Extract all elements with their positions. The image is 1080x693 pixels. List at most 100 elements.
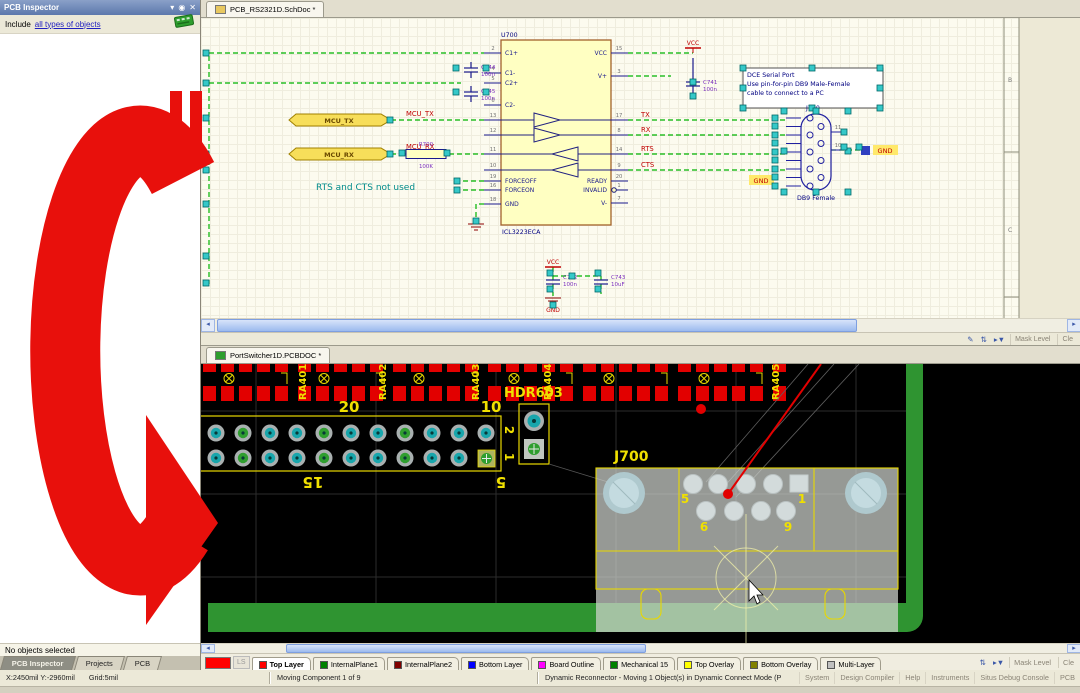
svg-text:10uF: 10uF — [611, 282, 625, 288]
filter-icon[interactable]: ▸▼ — [991, 658, 1006, 667]
j700-footprint[interactable]: J700 — [596, 449, 898, 632]
help-button[interactable]: Help — [899, 672, 925, 684]
filter-icon[interactable]: ▸▼ — [992, 335, 1007, 344]
current-layer-swatch — [205, 657, 231, 669]
svg-text:INVALID: INVALID — [583, 187, 607, 194]
layer-color-swatch — [259, 661, 267, 669]
schematic-doc-tab[interactable]: PCB_RS2321D.SchDoc * — [206, 1, 324, 17]
svg-text:7: 7 — [617, 196, 620, 202]
port-mcu-tx[interactable]: MCU_TX — [289, 114, 391, 126]
db9-connector[interactable]: J700 11 10 DB9 Female — [786, 105, 844, 202]
schematic-doc-icon — [215, 5, 226, 14]
svg-text:1: 1 — [617, 183, 620, 189]
svg-text:100K: 100K — [419, 164, 433, 170]
schematic-canvas[interactable]: B C — [201, 18, 1080, 318]
layer-tab-internalplane1[interactable]: InternalPlane1 — [313, 657, 385, 671]
pcb-panel-button[interactable]: PCB — [1054, 672, 1080, 684]
scroll-right-icon[interactable]: ▸ — [1067, 644, 1080, 653]
svg-text:100n: 100n — [481, 72, 495, 78]
ic-symbol[interactable]: U700 ICL3223ECA — [484, 32, 628, 236]
svg-text:13: 13 — [490, 113, 497, 119]
note-box[interactable]: DCE Serial Port Use pin-for-pin DB9 Male… — [743, 68, 883, 108]
cap-c744[interactable] — [464, 62, 478, 78]
pad-number: 20 — [339, 398, 360, 416]
instruments-button[interactable]: Instruments — [925, 672, 974, 684]
svg-text:C2+: C2+ — [505, 80, 518, 87]
panel-tab-pcb-inspector[interactable]: PCB Inspector — [0, 656, 76, 670]
layer-tab-board-outline[interactable]: Board Outline — [531, 657, 601, 671]
svg-text:100n: 100n — [703, 87, 717, 93]
sort-icon[interactable]: ⇅ — [978, 658, 988, 667]
svg-text:100n: 100n — [481, 96, 495, 102]
scroll-thumb[interactable] — [286, 644, 646, 653]
schematic-bottombar: ✎ ⇅ ▸▼ Mask Level Cle — [201, 332, 1080, 345]
ra-label: RA401 — [298, 364, 309, 400]
panel-tab-projects[interactable]: Projects — [74, 656, 125, 670]
svg-text:3: 3 — [617, 69, 620, 75]
port-mcu-rx[interactable]: MCU_RX — [289, 148, 391, 160]
net-label: RTS — [641, 145, 654, 153]
layer-tab-multi-layer[interactable]: Multi-Layer — [820, 657, 881, 671]
panel-tab-pcb[interactable]: PCB — [123, 656, 162, 670]
scroll-right-icon[interactable]: ▸ — [1067, 319, 1080, 332]
decoupling-cluster: VCC C742 100n C743 10uF GND — [545, 259, 626, 314]
svg-text:FORCEOFF: FORCEOFF — [505, 178, 537, 185]
schematic-hscrollbar[interactable]: ◂ ▸ — [201, 318, 1080, 332]
pcb-tabbar: PortSwitcher1D.PCBDOC * — [201, 346, 1080, 364]
ra-label: RA402 — [378, 364, 389, 400]
svg-text:C741: C741 — [703, 80, 717, 86]
layer-tab-top-overlay[interactable]: Top Overlay — [677, 657, 741, 671]
sort-icon[interactable]: ⇅ — [979, 335, 989, 344]
altium-app: PCB Inspector ▾ ◉ ✕ Include all types of… — [0, 0, 1080, 693]
svg-text:R700: R700 — [419, 142, 434, 148]
scroll-left-icon[interactable]: ◂ — [201, 319, 215, 332]
pad-number: 10 — [481, 398, 502, 416]
svg-text:C2-: C2- — [505, 102, 515, 109]
situs-debug-console-button[interactable]: Situs Debug Console — [974, 672, 1054, 684]
svg-text:20: 20 — [616, 174, 623, 180]
pcb-doc-icon — [215, 351, 226, 360]
component-label: J700 — [613, 449, 649, 465]
pcb-hscrollbar[interactable]: ◂ ▸ — [201, 643, 1080, 653]
pad-number: 9 — [784, 520, 792, 534]
svg-text:C743: C743 — [611, 275, 626, 281]
sheet-outside — [1019, 18, 1080, 318]
cap-c745[interactable] — [464, 86, 478, 102]
pcb-doc-tab[interactable]: PortSwitcher1D.PCBDOC * — [206, 347, 330, 363]
mask-level-button[interactable]: Mask Level — [1009, 657, 1055, 668]
pencil-icon[interactable]: ✎ — [965, 335, 975, 344]
svg-text:8: 8 — [617, 128, 620, 134]
zone-letter: B — [1008, 77, 1012, 84]
svg-text:11: 11 — [835, 125, 842, 131]
layer-tab-mechanical15[interactable]: Mechanical 15 — [603, 657, 675, 671]
schematic-window: PCB_RS2321D.SchDoc * B C — [201, 0, 1080, 345]
scroll-thumb[interactable] — [217, 319, 857, 332]
status-bar: X:2450mil Y:-2960mil Grid:5mil Moving Co… — [0, 670, 1080, 686]
ic-part-number: ICL3223ECA — [502, 229, 541, 236]
pad-number: 1 — [502, 453, 516, 461]
layer-color-swatch — [394, 661, 402, 669]
mask-level-button[interactable]: Mask Level — [1010, 334, 1054, 345]
layer-tab-internalplane2[interactable]: InternalPlane2 — [387, 657, 459, 671]
system-button[interactable]: System — [799, 672, 834, 684]
layer-tab-top-layer[interactable]: Top Layer — [252, 657, 311, 671]
schematic-drawing: B C — [201, 18, 1080, 318]
layer-tab-bottom-layer[interactable]: Bottom Layer — [461, 657, 529, 671]
clear-button[interactable]: Cle — [1058, 657, 1078, 668]
pcb-canvas[interactable]: RA401 RA402 RA403 RA404 RA405 — [201, 364, 1080, 643]
clear-button[interactable]: Cle — [1057, 334, 1077, 345]
svg-text:VCC: VCC — [687, 40, 699, 47]
design-compiler-button[interactable]: Design Compiler — [834, 672, 899, 684]
layer-color-swatch — [610, 661, 618, 669]
include-types-link[interactable]: all types of objects — [35, 15, 101, 34]
cap-c741[interactable] — [686, 58, 700, 96]
svg-text:10: 10 — [835, 143, 842, 149]
inspector-title: PCB Inspector — [4, 0, 59, 15]
scroll-left-icon[interactable]: ◂ — [201, 644, 215, 653]
pcb-window: PortSwitcher1D.PCBDOC * — [201, 345, 1080, 670]
svg-text:14: 14 — [616, 147, 623, 153]
layer-tab-bottom-overlay[interactable]: Bottom Overlay — [743, 657, 818, 671]
cursor-coordinates: X:2450mil Y:-2960mil — [6, 672, 75, 684]
pad-number: 15 — [303, 473, 324, 491]
ls-button[interactable]: LS — [233, 656, 250, 669]
